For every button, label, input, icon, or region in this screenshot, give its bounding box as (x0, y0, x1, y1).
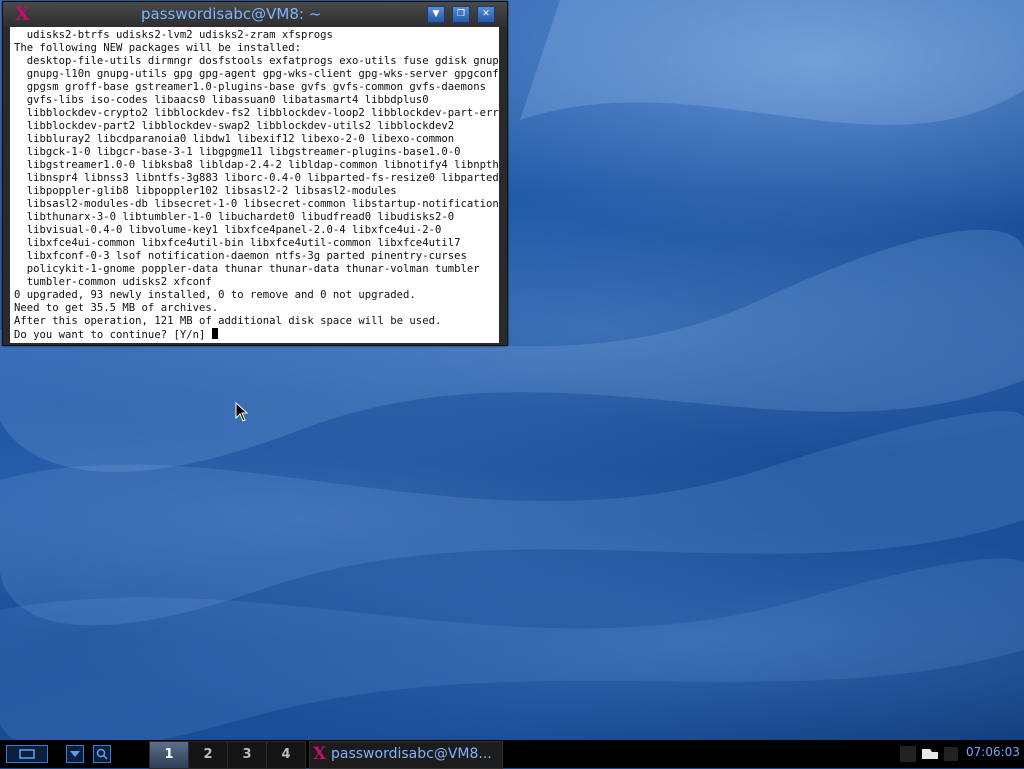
terminal-line: tumbler-common udisks2 xfconf (26, 276, 212, 288)
terminal-line: libgstreamer1.0-0 libksba8 libldap-2.4-2… (26, 159, 499, 171)
task-label: passwordisabc@VM8... (331, 746, 492, 762)
terminal-line: libsasl2-modules-db libsecret-1-0 libsec… (26, 198, 499, 210)
terminal-line: libxfconf-0-3 lsof notification-daemon n… (26, 250, 467, 262)
terminal-line: libpoppler-glib8 libpoppler102 libsasl2-… (26, 185, 397, 197)
window-titlebar[interactable]: X passwordisabc@VM8: ~ ▼ ❐ ✕ (3, 2, 507, 27)
terminal-line: libbluray2 libcdparanoia0 libdw1 libexif… (26, 133, 455, 145)
workspace-1[interactable]: 1 (149, 741, 189, 769)
terminal-line: After this operation, 121 MB of addition… (14, 315, 442, 327)
terminal-line: libnspr4 libnss3 libntfs-3g883 liborc-0.… (26, 172, 499, 184)
close-button[interactable]: ✕ (477, 6, 495, 23)
app-logo-icon[interactable]: X (15, 4, 35, 24)
terminal-line: gnupg-l10n gnupg-utils gpg gpg-agent gpg… (26, 68, 499, 80)
app-logo-icon: X (313, 744, 327, 764)
clock: 07:06:03 (966, 745, 1020, 759)
terminal-line: libblockdev-crypto2 libblockdev-fs2 libb… (26, 107, 499, 119)
terminal-window[interactable]: X passwordisabc@VM8: ~ ▼ ❐ ✕ udisks2-btr… (2, 1, 508, 346)
terminal-line: Need to get 35.5 MB of archives. (14, 302, 219, 314)
terminal-prompt: Do you want to continue? [Y/n] (14, 329, 212, 341)
search-icon[interactable] (93, 745, 111, 763)
maximize-button[interactable]: ❐ (452, 6, 470, 23)
mouse-pointer-icon (235, 402, 249, 422)
workspace-4[interactable]: 4 (266, 741, 306, 769)
workspace-3[interactable]: 3 (227, 741, 267, 769)
terminal-line: policykit-1-gnome poppler-data thunar th… (26, 263, 480, 275)
minimize-button[interactable]: ▼ (427, 6, 445, 23)
terminal-output[interactable]: udisks2-btrfs udisks2-lvm2 udisks2-zram … (10, 27, 499, 343)
terminal-line: libgck-1-0 libgcr-base-3-1 libgpgme11 li… (26, 146, 461, 158)
terminal-line: udisks2-btrfs udisks2-lvm2 udisks2-zram … (26, 29, 333, 41)
terminal-line: libblockdev-part2 libblockdev-swap2 libb… (26, 120, 455, 132)
terminal-line: libvisual-0.4-0 libvolume-key1 libxfce4p… (26, 224, 442, 236)
terminal-line: libxfce4ui-common libxfce4util-bin libxf… (26, 237, 461, 249)
terminal-line: gvfs-libs iso-codes libaacs0 libassuan0 … (26, 94, 429, 106)
terminal-line: gpgsm groff-base gstreamer1.0-plugins-ba… (26, 81, 486, 93)
terminal-text: udisks2-btrfs udisks2-lvm2 udisks2-zram … (10, 27, 499, 342)
system-tray-icons[interactable] (898, 744, 964, 764)
menu-dropdown-icon[interactable] (66, 745, 84, 763)
terminal-line: The following NEW packages will be insta… (14, 42, 302, 54)
show-desktop-icon[interactable] (6, 745, 48, 763)
terminal-line: libthunarx-3-0 libtumbler-1-0 libucharde… (26, 211, 455, 223)
terminal-line: 0 upgraded, 93 newly installed, 0 to rem… (14, 289, 416, 301)
terminal-line: desktop-file-utils dirmngr dosfstools ex… (26, 55, 499, 67)
terminal-cursor (211, 328, 218, 339)
workspace-2[interactable]: 2 (188, 741, 228, 769)
taskbar-window-button[interactable]: X passwordisabc@VM8... (309, 741, 503, 769)
window-title: passwordisabc@VM8: ~ (141, 5, 322, 23)
